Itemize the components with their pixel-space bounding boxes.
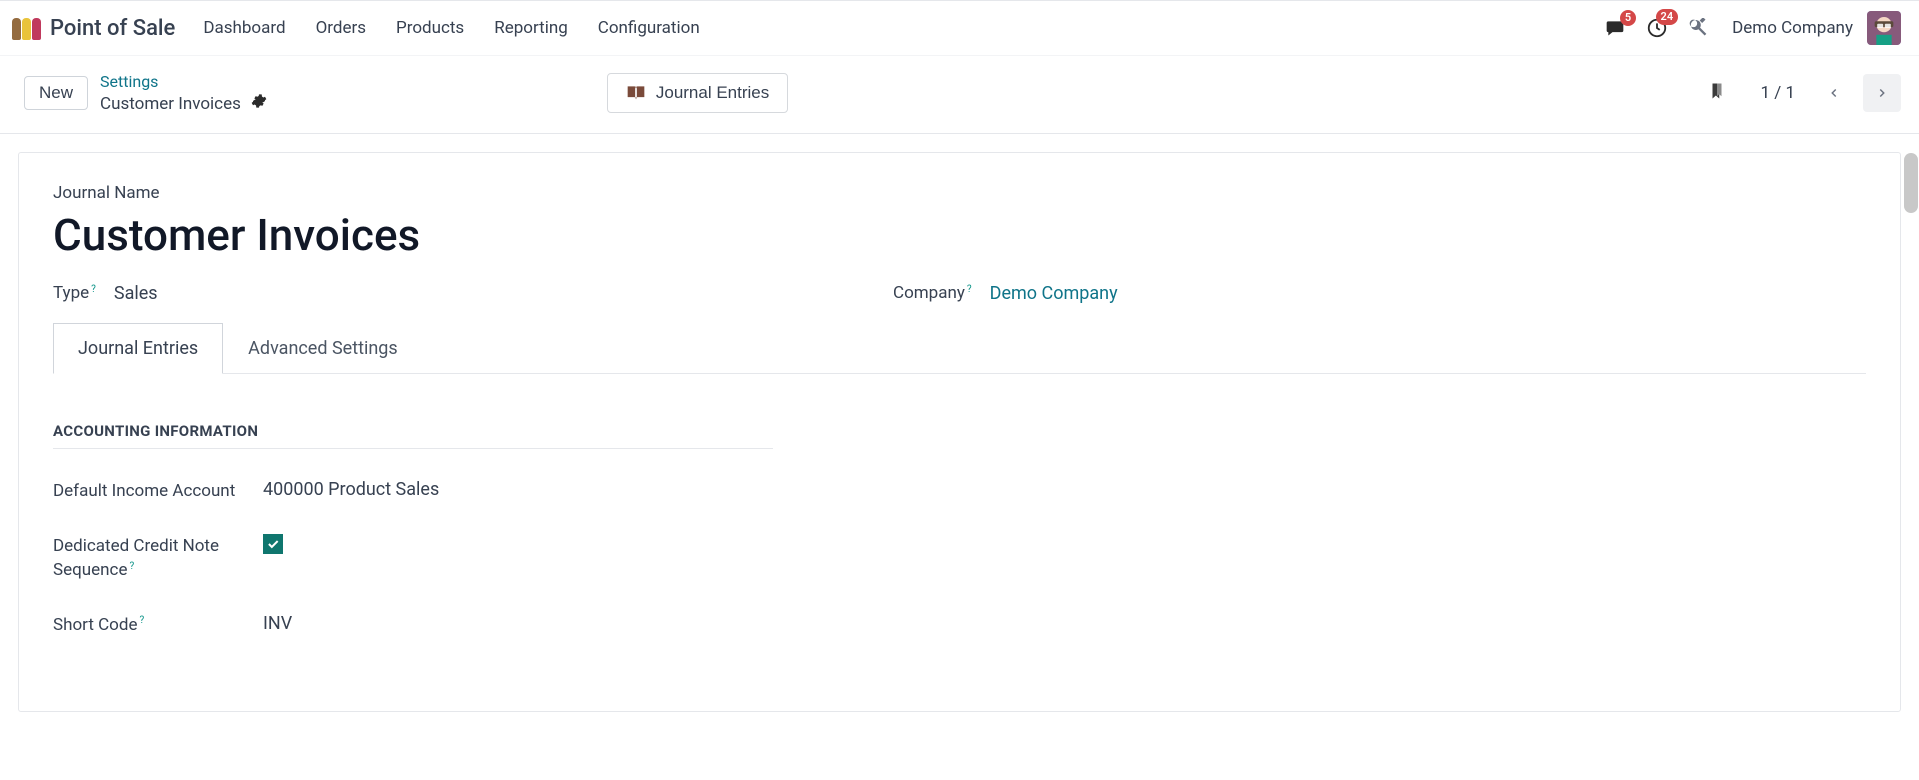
tabs: Journal Entries Advanced Settings	[53, 322, 1866, 374]
journal-entries-button[interactable]: Journal Entries	[607, 73, 788, 113]
short-code-label: Short Code?	[53, 613, 263, 638]
default-income-account-value[interactable]: 400000 Product Sales	[263, 479, 439, 500]
company-value-link[interactable]: Demo Company	[990, 283, 1118, 304]
chevron-left-icon	[1827, 86, 1841, 100]
bookmark-icon[interactable]	[1708, 80, 1726, 106]
topbar: Point of Sale Dashboard Orders Products …	[0, 0, 1919, 56]
short-code-value[interactable]: INV	[263, 613, 292, 634]
activities-badge: 24	[1656, 9, 1679, 25]
breadcrumb-settings-link[interactable]: Settings	[100, 72, 267, 93]
form-sheet: Journal Name Customer Invoices Type? Sal…	[18, 152, 1901, 712]
company-help-icon[interactable]: ?	[967, 284, 972, 295]
dedicated-help-icon[interactable]: ?	[129, 561, 134, 572]
nav-products[interactable]: Products	[396, 18, 464, 38]
pager-next-button[interactable]	[1863, 74, 1901, 112]
type-value[interactable]: Sales	[114, 283, 158, 304]
gear-icon[interactable]	[251, 93, 267, 115]
company-label: Company?	[893, 283, 972, 303]
short-code-help-icon[interactable]: ?	[139, 615, 144, 626]
nav-reporting[interactable]: Reporting	[494, 18, 568, 38]
dedicated-credit-note-checkbox[interactable]	[263, 534, 283, 554]
check-icon	[266, 537, 280, 551]
messages-icon[interactable]: 5	[1604, 18, 1626, 38]
activities-icon[interactable]: 24	[1646, 17, 1668, 39]
control-bar: New Settings Customer Invoices Journal E…	[0, 56, 1919, 134]
user-avatar[interactable]	[1867, 11, 1901, 45]
type-help-icon[interactable]: ?	[91, 284, 96, 295]
breadcrumb-current: Customer Invoices	[100, 93, 241, 115]
nav-configuration[interactable]: Configuration	[598, 18, 700, 38]
default-income-account-label: Default Income Account	[53, 479, 263, 504]
dedicated-credit-note-label: Dedicated Credit Note Sequence?	[53, 534, 263, 583]
tools-icon[interactable]	[1688, 18, 1708, 38]
nav-orders[interactable]: Orders	[316, 18, 366, 38]
pager-text[interactable]: 1 / 1	[1760, 83, 1795, 103]
pager-area: 1 / 1	[1708, 74, 1901, 112]
messages-badge: 5	[1620, 10, 1636, 26]
nav-dashboard[interactable]: Dashboard	[203, 18, 285, 38]
app-logo-icon[interactable]	[12, 16, 42, 40]
breadcrumb: Settings Customer Invoices	[100, 72, 267, 115]
company-selector[interactable]: Demo Company	[1732, 18, 1853, 38]
tab-advanced-settings[interactable]: Advanced Settings	[223, 323, 423, 374]
journal-name-value[interactable]: Customer Invoices	[53, 209, 1866, 261]
journal-entries-button-label: Journal Entries	[656, 83, 769, 103]
type-label: Type?	[53, 283, 96, 303]
journal-name-label: Journal Name	[53, 183, 1866, 203]
tab-journal-entries[interactable]: Journal Entries	[53, 323, 223, 374]
book-icon	[626, 84, 646, 102]
app-title[interactable]: Point of Sale	[50, 16, 175, 41]
pager-prev-button[interactable]	[1815, 74, 1853, 112]
new-button[interactable]: New	[24, 76, 88, 110]
section-accounting-info: ACCOUNTING INFORMATION	[53, 422, 773, 449]
scrollbar-thumb[interactable]	[1904, 153, 1918, 213]
chevron-right-icon	[1875, 86, 1889, 100]
